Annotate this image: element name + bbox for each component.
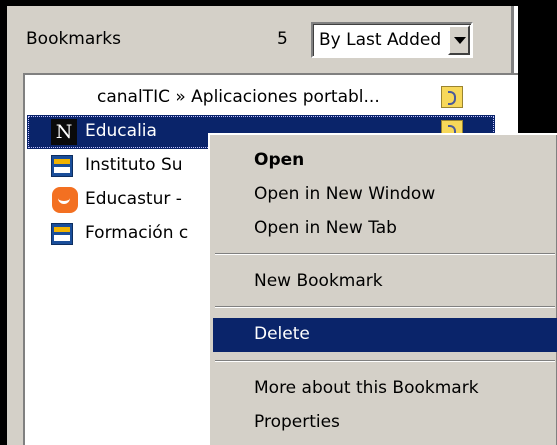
- menu-item-properties[interactable]: Properties: [213, 406, 557, 440]
- menu-separator: [215, 360, 555, 362]
- bookmark-label: Formación c: [85, 223, 189, 243]
- bookmark-label: canalTIC » Aplicaciones portabl...: [97, 87, 380, 107]
- cnice-icon: [51, 223, 73, 245]
- bookmark-context-menu: Open Open in New Window Open in New Tab …: [208, 133, 557, 445]
- sidebar-title: Bookmarks: [26, 29, 121, 49]
- window-left-border: [0, 0, 7, 445]
- bookmarks-window: Bookmarks 5 By Last Added canalTIC » Apl…: [0, 0, 557, 445]
- menu-item-open-new-window[interactable]: Open in New Window: [213, 178, 557, 212]
- menu-item-label: More about this Bookmark: [254, 378, 479, 398]
- menu-item-label: Open: [254, 150, 305, 170]
- menu-item-more-about[interactable]: More about this Bookmark: [213, 372, 557, 406]
- sort-order-value: By Last Added: [319, 30, 442, 50]
- sort-order-select[interactable]: By Last Added: [311, 22, 473, 58]
- menu-item-open-new-tab[interactable]: Open in New Tab: [213, 212, 557, 246]
- menu-item-delete[interactable]: Delete: [213, 318, 557, 352]
- menu-separator: [215, 306, 555, 308]
- menu-item-label: New Bookmark: [254, 271, 383, 291]
- bookmark-label: Educastur -: [85, 189, 182, 209]
- netscape-n-icon: N: [51, 119, 77, 145]
- menu-item-label: Open in New Window: [254, 184, 436, 204]
- bookmark-label: Educalia: [85, 121, 157, 141]
- cnice-icon: [51, 155, 73, 177]
- bookmark-marker-icon: [441, 86, 463, 108]
- menu-item-new-bookmark[interactable]: New Bookmark: [213, 265, 557, 299]
- menu-item-label: Delete: [254, 324, 310, 344]
- menu-item-open[interactable]: Open: [213, 144, 557, 178]
- educastur-icon: [52, 187, 78, 213]
- menu-item-label: Open in New Tab: [254, 218, 397, 238]
- menu-item-label: Properties: [254, 412, 340, 432]
- bookmark-label: Instituto Su: [85, 155, 183, 175]
- menu-separator: [215, 253, 555, 255]
- bookmark-count: 5: [277, 29, 288, 49]
- bookmark-item-canaltic[interactable]: canalTIC » Aplicaciones portabl...: [25, 81, 518, 115]
- dropdown-arrow-icon[interactable]: [448, 25, 470, 55]
